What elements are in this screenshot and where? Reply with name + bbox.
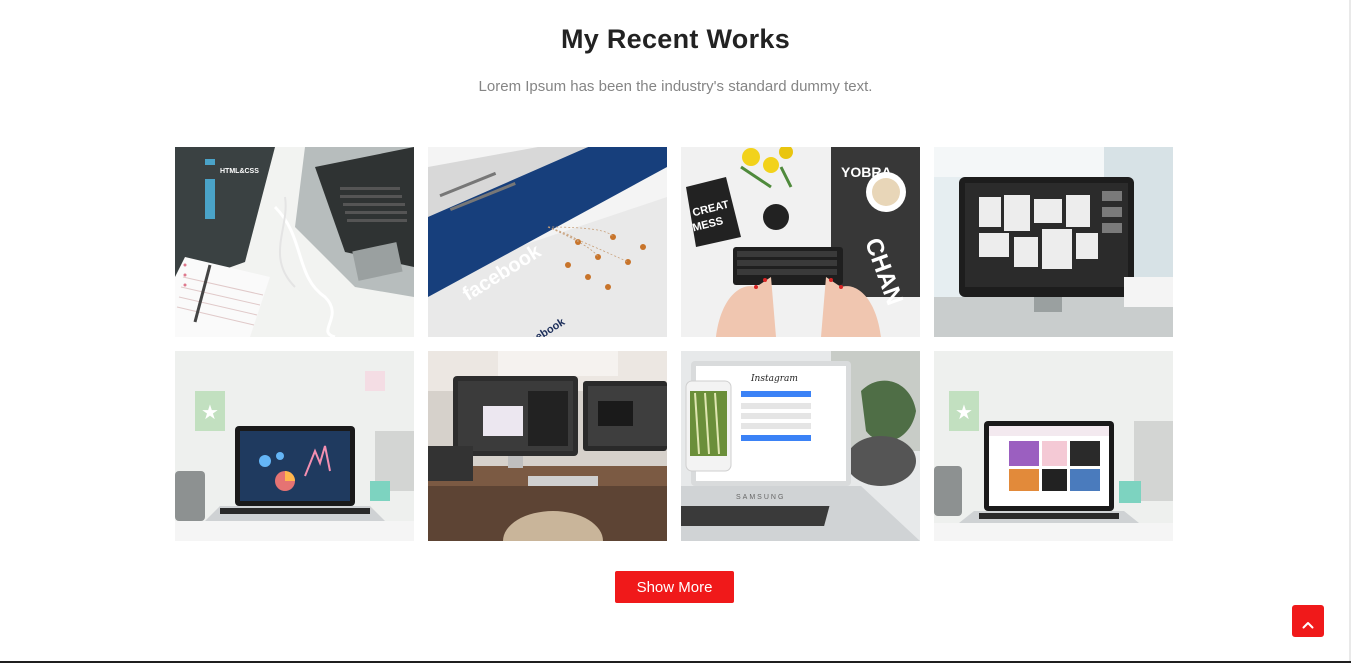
portfolio-item-macbook-charts[interactable]: ★ xyxy=(175,351,414,541)
svg-text:★: ★ xyxy=(201,400,219,424)
back-to-top-button[interactable] xyxy=(1292,605,1324,637)
laptop-book-photo: HTML&CSS xyxy=(175,147,414,337)
show-more-button[interactable]: Show More xyxy=(615,571,734,603)
svg-text:Instagram: Instagram xyxy=(750,374,798,384)
section-title: My Recent Works xyxy=(560,24,791,54)
macbook-charts-photo: ★ xyxy=(175,351,414,541)
portfolio-item-imac-workspace[interactable] xyxy=(934,147,1173,337)
section-subtitle: Lorem Ipsum has been the industry's stan… xyxy=(478,78,873,95)
svg-text:★: ★ xyxy=(955,400,973,424)
portfolio-item-html-css-laptop[interactable]: HTML&CSS xyxy=(175,147,414,337)
chevron-up-icon xyxy=(1302,617,1314,629)
recent-works-page: My Recent Works Lorem Ipsum has been the… xyxy=(0,0,1351,663)
portfolio-item-facebook-screen[interactable]: facebook Facebook xyxy=(428,147,667,337)
facebook-screen-photo: facebook Facebook xyxy=(428,147,667,337)
dual-monitor-photo xyxy=(428,351,667,541)
portfolio-item-dual-monitor-desk[interactable] xyxy=(428,351,667,541)
portfolio-item-keyboard-desk[interactable]: CREAT MESS YOBRA CHAN xyxy=(681,147,920,337)
portfolio-gallery: HTML&CSS facebook Facebook CREAT MESS YO… xyxy=(175,147,1175,541)
macbook-website-photo: ★ xyxy=(934,351,1173,541)
instagram-laptop-photo: Instagram SAMSUNG xyxy=(681,351,920,541)
portfolio-item-macbook-website[interactable]: ★ xyxy=(934,351,1173,541)
keyboard-desk-photo: CREAT MESS YOBRA CHAN xyxy=(681,147,920,337)
svg-text:HTML&CSS: HTML&CSS xyxy=(220,168,259,175)
portfolio-item-instagram-laptop[interactable]: Instagram SAMSUNG xyxy=(681,351,920,541)
svg-text:SAMSUNG: SAMSUNG xyxy=(736,494,785,501)
imac-photo xyxy=(934,147,1173,337)
